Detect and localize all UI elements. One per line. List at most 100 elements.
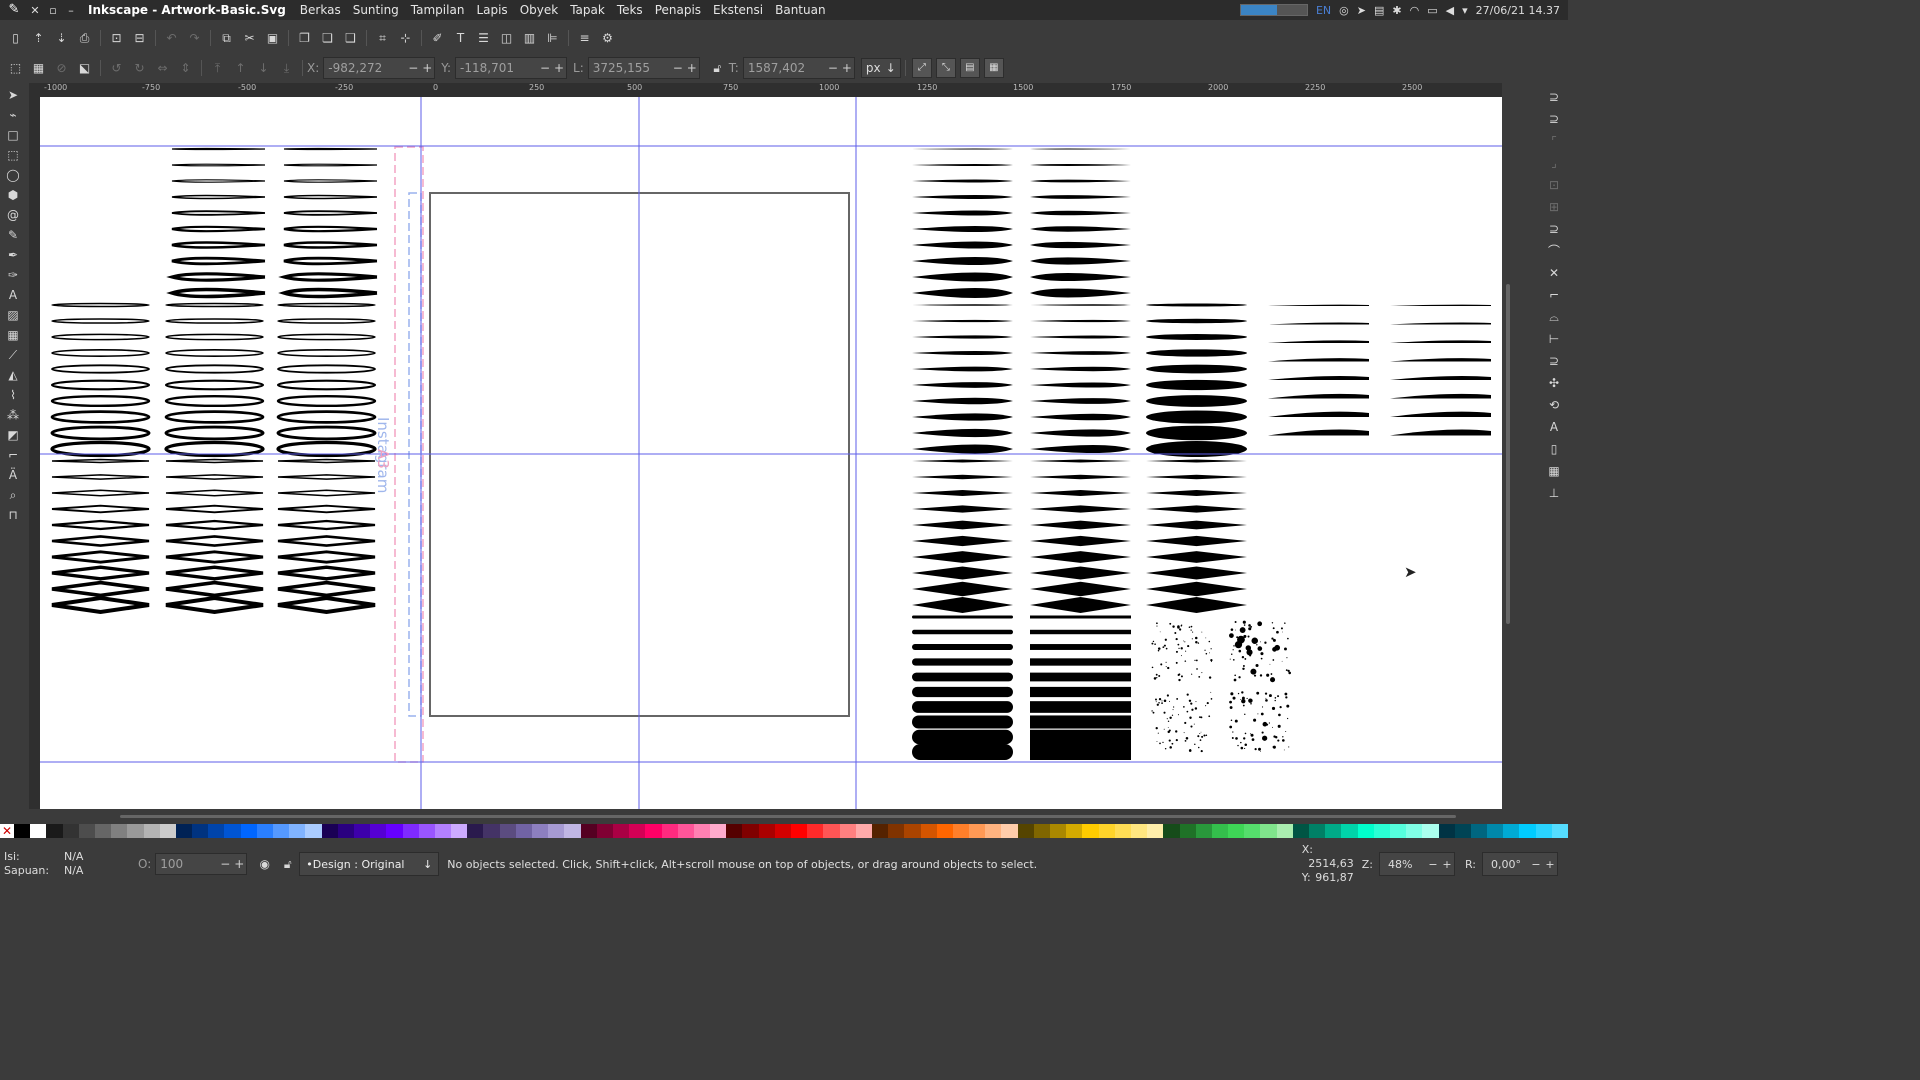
color-swatch[interactable] (499, 824, 516, 838)
flip-vertical-icon[interactable]: ⇕ (177, 59, 195, 77)
color-swatch[interactable] (693, 824, 711, 838)
menu-tampilan[interactable]: Tampilan (411, 3, 465, 17)
menu-bantuan[interactable]: Bantuan (775, 3, 825, 17)
color-swatch[interactable] (370, 824, 387, 838)
layer-lock-icon[interactable]: 🔓︎ (279, 855, 297, 873)
text-tool-icon[interactable]: A (4, 286, 22, 304)
selector-tool-icon[interactable]: ➤ (4, 86, 22, 104)
x-value[interactable]: -982,272 (324, 61, 406, 75)
color-swatch[interactable] (434, 824, 452, 838)
menu-lapis[interactable]: Lapis (476, 3, 507, 17)
minus-icon[interactable]: − (218, 857, 232, 871)
color-swatch[interactable] (1357, 824, 1374, 838)
menu-obyek[interactable]: Obyek (520, 3, 559, 17)
color-swatch[interactable] (224, 824, 241, 838)
color-swatch[interactable] (1114, 824, 1131, 838)
minus-icon[interactable]: − (538, 61, 552, 75)
color-swatch[interactable] (1244, 824, 1261, 838)
color-swatch[interactable] (14, 824, 31, 838)
snap-smooth-icon[interactable]: ⌓ (1545, 308, 1563, 326)
color-swatch[interactable] (1017, 824, 1034, 838)
drawing-canvas[interactable]: Instagram A3 ➤ (40, 97, 1502, 809)
zoom-value[interactable]: 48% (1380, 858, 1426, 871)
color-swatch[interactable] (1422, 824, 1439, 838)
color-swatch[interactable] (321, 824, 338, 838)
ellipse-tool-icon[interactable]: ◯ (4, 166, 22, 184)
color-swatch[interactable] (1535, 824, 1552, 838)
color-swatch[interactable] (920, 824, 937, 838)
color-swatch[interactable] (1292, 824, 1309, 838)
opacity-value[interactable]: 100 (156, 857, 218, 871)
color-swatch[interactable] (30, 824, 47, 838)
x-input[interactable]: -982,272− + (323, 57, 436, 79)
color-swatch[interactable] (710, 824, 727, 838)
plus-icon[interactable]: + (840, 61, 854, 75)
objects-icon[interactable]: ▥ (521, 29, 539, 47)
text-font-icon[interactable]: T (452, 29, 470, 47)
color-swatch[interactable] (1487, 824, 1504, 838)
color-swatch[interactable] (1551, 824, 1568, 838)
color-swatch[interactable] (1001, 824, 1018, 838)
select-all-layers-icon[interactable]: ▦ (30, 59, 48, 77)
import-icon[interactable]: ⊡ (108, 29, 126, 47)
vertical-scrollbar[interactable] (1506, 284, 1510, 624)
duplicate-icon[interactable]: ❐ (296, 29, 314, 47)
color-swatch[interactable] (1325, 824, 1342, 838)
export-icon[interactable]: ⊟ (131, 29, 149, 47)
color-swatch[interactable] (1147, 824, 1164, 838)
zoom-tool-icon[interactable]: ⌕ (4, 486, 22, 504)
lpe-tool-icon[interactable]: Ä (4, 466, 22, 484)
color-swatch[interactable] (1228, 824, 1245, 838)
rectangle-tool-icon[interactable]: □ (4, 126, 22, 144)
unlink-clone-icon[interactable]: ❑ (342, 29, 360, 47)
color-swatch[interactable] (1503, 824, 1520, 838)
minus-icon[interactable]: − (826, 61, 840, 75)
color-swatch[interactable] (1470, 824, 1488, 838)
unit-select[interactable]: px ↓ (860, 58, 901, 78)
menu-tapak[interactable]: Tapak (570, 3, 605, 17)
save-icon[interactable]: ⇣ (53, 29, 71, 47)
menu-berkas[interactable]: Berkas (300, 3, 341, 17)
telegram-icon[interactable]: ➤ (1357, 4, 1366, 17)
color-swatch[interactable] (985, 824, 1002, 838)
rotate-cw-icon[interactable]: ↻ (131, 59, 149, 77)
width-value[interactable]: 3725,155 (589, 61, 671, 75)
color-swatch[interactable] (1389, 824, 1407, 838)
preferences-menu-icon[interactable]: ≡ (576, 29, 594, 47)
snap-cusp-icon[interactable]: ⌐ (1545, 286, 1563, 304)
print-icon[interactable]: ⎙ (76, 29, 94, 47)
snap-enable-icon[interactable]: ⊇ (1545, 88, 1563, 106)
pencil-tool-icon[interactable]: ✎ (4, 226, 22, 244)
layers-icon[interactable]: ◫ (498, 29, 516, 47)
color-swatch[interactable] (1098, 824, 1115, 838)
snap-text-baseline-icon[interactable]: A (1545, 418, 1563, 436)
measure-tool-icon[interactable]: ⊓ (4, 506, 22, 524)
color-swatch[interactable] (1438, 824, 1455, 838)
rotate-input[interactable]: 0,00° − + (1482, 852, 1558, 876)
color-swatch[interactable] (888, 824, 905, 838)
color-swatch[interactable] (451, 824, 468, 838)
color-swatch[interactable] (661, 824, 678, 838)
open-icon[interactable]: ⇡ (30, 29, 48, 47)
color-swatch[interactable] (1406, 824, 1423, 838)
paste-icon[interactable]: ▣ (264, 29, 282, 47)
snap-intersection-icon[interactable]: ✕ (1545, 264, 1563, 282)
layer-visibility-eye-icon[interactable]: ◉ (256, 855, 274, 873)
minus-icon[interactable]: − (671, 61, 685, 75)
color-swatch[interactable] (208, 824, 225, 838)
plus-icon[interactable]: + (685, 61, 699, 75)
color-swatch[interactable] (402, 824, 419, 838)
undo-icon[interactable]: ↶ (163, 29, 181, 47)
select-all-icon[interactable]: ⬚ (7, 59, 25, 77)
plus-icon[interactable]: + (1543, 858, 1557, 871)
width-input[interactable]: 3725,155− + (587, 57, 700, 79)
paint-bucket-tool-icon[interactable]: ◭ (4, 366, 22, 384)
snap-grid-icon[interactable]: ▦ (1545, 462, 1563, 480)
minus-icon[interactable]: − (406, 61, 420, 75)
color-swatch[interactable] (46, 824, 63, 838)
menu-sunting[interactable]: Sunting (353, 3, 399, 17)
ruler-lock-icon[interactable] (29, 83, 40, 97)
color-swatch[interactable] (1211, 824, 1229, 838)
rotate-ccw-icon[interactable]: ↺ (108, 59, 126, 77)
raise-icon[interactable]: ↑ (232, 59, 250, 77)
